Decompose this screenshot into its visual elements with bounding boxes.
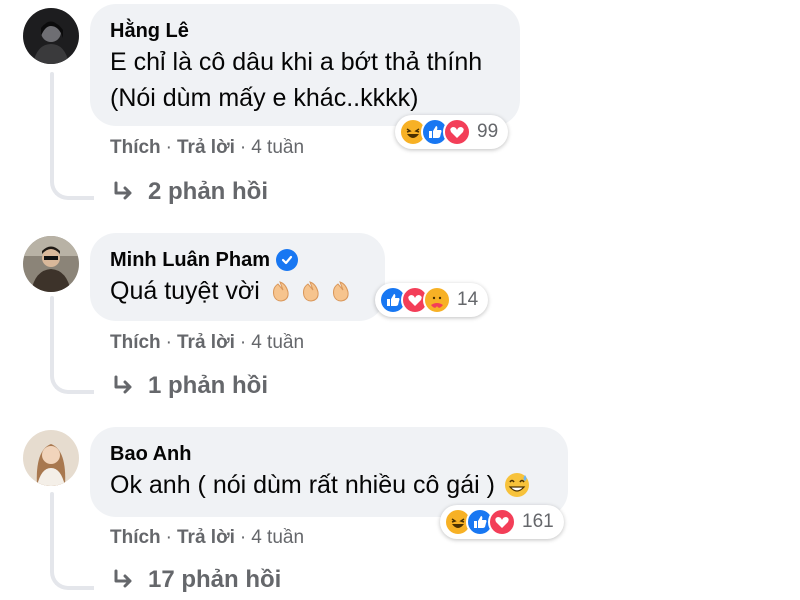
- reply-link[interactable]: Trả lời: [177, 527, 235, 548]
- comment-text: Ok anh ( nói dùm rất nhiều cô gái ): [110, 467, 548, 503]
- clapping-hands-icon: [268, 278, 354, 304]
- care-reaction-icon: [423, 286, 451, 314]
- replies-count: 2 phản hồi: [148, 178, 268, 205]
- reply-arrow-icon: [114, 375, 132, 394]
- verified-badge-icon: [276, 249, 298, 271]
- comment-time[interactable]: 4 tuần: [251, 137, 304, 158]
- comment-actions: Thích · Trả lời · 4 tuần: [110, 332, 305, 353]
- grinning-sweat-icon: [504, 473, 529, 497]
- reaction-count: 161: [522, 511, 554, 532]
- comment-author[interactable]: Minh Luân Pham: [110, 247, 365, 273]
- thread-connector: [50, 368, 94, 394]
- comment-time[interactable]: 4 tuần: [251, 527, 304, 548]
- view-replies-button[interactable]: 1 phản hồi: [112, 372, 268, 400]
- reply-link[interactable]: Trả lời: [177, 332, 235, 353]
- comment-actions: Thích · Trả lời · 4 tuần: [110, 527, 305, 548]
- reply-arrow-icon: [114, 569, 132, 588]
- comment-bubble: Bao Anh Ok anh ( nói dùm rất nhiều cô gá…: [90, 427, 568, 517]
- comment-bubble: Hằng Lê E chỉ là cô dâu khi a bớt thả th…: [90, 4, 520, 126]
- comment-author[interactable]: Bao Anh: [110, 441, 548, 467]
- reaction-count: 14: [457, 289, 479, 310]
- thread-connector: [50, 564, 94, 590]
- replies-count: 17 phản hồi: [148, 566, 282, 593]
- like-link[interactable]: Thích: [110, 137, 161, 158]
- reaction-summary[interactable]: 99: [395, 115, 509, 149]
- comment-author[interactable]: Hằng Lê: [110, 18, 500, 44]
- view-replies-button[interactable]: 2 phản hồi: [112, 178, 268, 206]
- reaction-summary[interactable]: 14: [375, 283, 489, 317]
- like-link[interactable]: Thích: [110, 527, 161, 548]
- comment-bubble: Minh Luân Pham Quá tuyệt vời: [90, 233, 385, 321]
- reaction-count: 99: [477, 121, 499, 142]
- like-link[interactable]: Thích: [110, 332, 161, 353]
- love-reaction-icon: [488, 508, 516, 536]
- comment-text: E chỉ là cô dâu khi a bớt thả thính: [110, 48, 483, 76]
- thread-connector: [50, 174, 94, 200]
- thread-line: [50, 72, 54, 178]
- reply-link[interactable]: Trả lời: [177, 137, 235, 158]
- avatar[interactable]: [23, 430, 79, 486]
- comment-text: (Nói dùm mấy e khác..kkkk): [110, 84, 419, 112]
- comment-actions: Thích · Trả lời · 4 tuần: [110, 137, 305, 158]
- comment-text: Quá tuyệt vời: [110, 273, 365, 309]
- reply-arrow-icon: [114, 181, 132, 200]
- reaction-summary[interactable]: 161: [440, 505, 564, 539]
- replies-count: 1 phản hồi: [148, 372, 268, 399]
- view-replies-button[interactable]: 17 phản hồi: [112, 566, 281, 594]
- thread-line: [50, 492, 54, 568]
- avatar[interactable]: [23, 236, 79, 292]
- avatar[interactable]: [23, 8, 79, 64]
- comment-time[interactable]: 4 tuần: [251, 332, 304, 353]
- thread-line: [50, 296, 54, 372]
- love-reaction-icon: [443, 118, 471, 146]
